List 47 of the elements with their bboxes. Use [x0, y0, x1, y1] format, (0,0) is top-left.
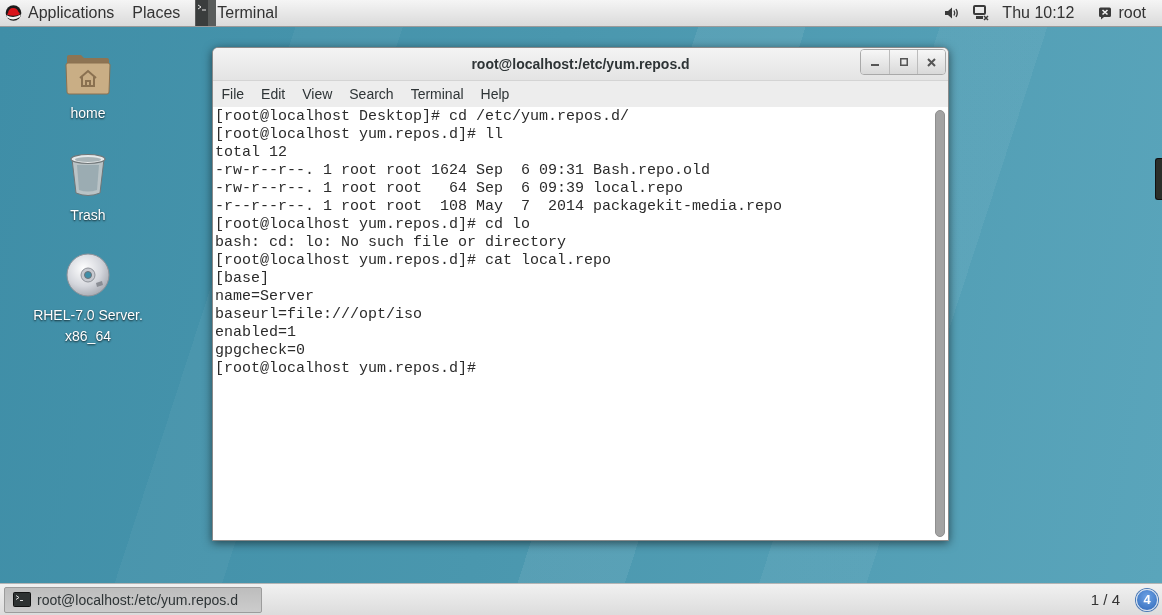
dvd-disc-icon[interactable] [66, 253, 110, 297]
terminal-line: [root@localhost Desktop]# cd /etc/yum.repos.d/ [215, 108, 631, 126]
user-menu[interactable]: root [1098, 4, 1146, 22]
network-offline-icon[interactable] [973, 5, 990, 21]
clock[interactable]: Thu 10:12 [1002, 4, 1075, 22]
menu-item[interactable]: File [213, 82, 253, 106]
desktop-icon-label[interactable]: RHEL-7.0 Server. x86_64 [33, 305, 143, 347]
menu-item[interactable]: View [293, 82, 341, 106]
terminal-line: baseurl=file:///opt/iso [215, 306, 424, 324]
menu-item[interactable]: Terminal [402, 82, 473, 106]
maximize-icon [899, 58, 908, 66]
app-menu[interactable]: Terminal [195, 0, 287, 26]
hat-logo-icon [5, 5, 22, 21]
menu-item[interactable]: Search [340, 82, 403, 106]
desktop-icon-label[interactable]: Trash [70, 205, 106, 226]
terminal-line: [root@localhost yum.repos.d]# ll [215, 126, 505, 144]
edge-handle[interactable] [1155, 158, 1162, 200]
menu-item[interactable]: Edit [252, 82, 294, 106]
terminal-line: [base] [215, 270, 270, 288]
user-status-icon [1098, 6, 1113, 20]
terminal-icon [196, 0, 217, 26]
workspace-indicator[interactable]: 1 / 4 [1090, 591, 1120, 608]
taskbar-window-button[interactable]: root@localhost:/etc/yum.repos.d [4, 586, 262, 613]
terminal-line: name=Server [215, 288, 316, 306]
terminal-line: [root@localhost yum.repos.d]# cat local.repo [215, 252, 613, 270]
volume-icon[interactable] [944, 6, 961, 20]
places-menu[interactable]: Places [123, 0, 190, 26]
terminal-line: gpgcheck=0 [215, 342, 306, 360]
close-icon [927, 57, 936, 67]
terminal-line: [root@localhost yum.repos.d]# cd lo [215, 216, 532, 234]
scrollbar-thumb[interactable] [935, 110, 945, 537]
trash-can-icon[interactable] [69, 153, 107, 197]
close-button[interactable] [917, 50, 945, 74]
terminal-line: enabled=1 [215, 324, 297, 342]
terminal-line: -rw-r--r--. 1 root root 64 Sep 6 09:39 local.repo [215, 180, 685, 198]
menu-item[interactable]: Help [472, 82, 518, 106]
minimize-button[interactable] [861, 50, 889, 74]
terminal-icon [13, 592, 31, 607]
desktop-icon-label[interactable]: home [70, 103, 106, 124]
terminal-line: -rw-r--r--. 1 root root 1624 Sep 6 09:31 Bash.repo.old [215, 162, 712, 180]
terminal-line: bash: cd: lo: No such file or directory [215, 234, 568, 252]
terminal-line: [root@localhost yum.repos.d]# [215, 360, 478, 378]
applications-menu[interactable]: Applications [0, 0, 124, 26]
window-title: root@localhost:/etc/yum.repos.d [471, 56, 690, 72]
terminal-line: -r--r--r--. 1 root root 108 May 7 2014 packagekit-media.repo [215, 198, 784, 216]
maximize-button[interactable] [889, 50, 917, 74]
terminal-line: total 12 [215, 144, 288, 162]
